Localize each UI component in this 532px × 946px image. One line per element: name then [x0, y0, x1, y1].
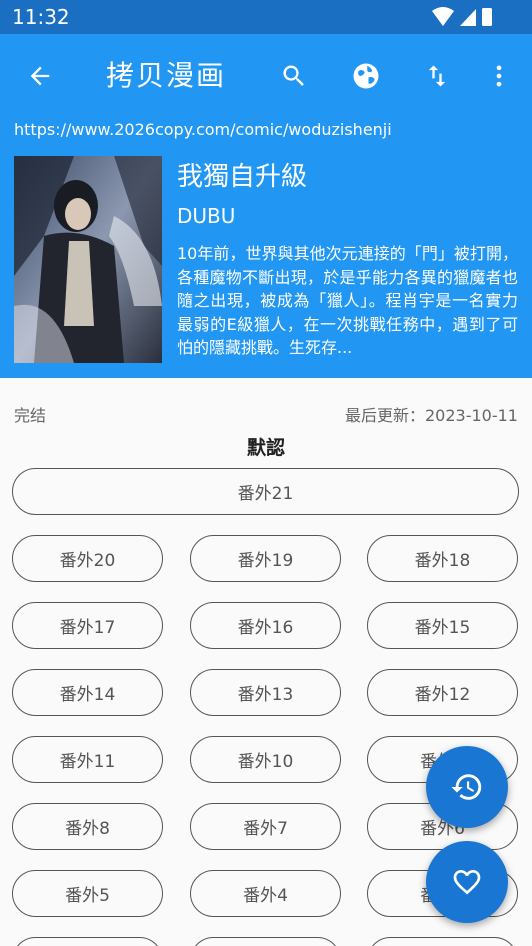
battery-icon — [482, 8, 492, 26]
status-bar: 11:32 — [0, 0, 532, 34]
chapter-chip[interactable]: 番外10 — [190, 736, 341, 783]
comic-url[interactable]: https://www.2026copy.com/comic/woduzishe… — [14, 120, 392, 139]
chapter-chip[interactable]: 番外11 — [12, 736, 163, 783]
comic-title: 我獨自升級 — [177, 162, 308, 192]
app-bar: 拷贝漫画 — [0, 34, 532, 118]
more-button[interactable] — [479, 56, 519, 96]
sort-button[interactable] — [417, 56, 457, 96]
chapter-chip[interactable]: 番外17 — [12, 602, 163, 649]
chapter-chip[interactable]: 番外7 — [190, 803, 341, 850]
signal-icon — [460, 9, 476, 26]
status-icons — [432, 7, 492, 26]
favorite-fab[interactable] — [426, 841, 508, 923]
chapter-chip[interactable]: 番外20 — [12, 535, 163, 582]
wifi-icon — [432, 7, 454, 26]
chapter-chip[interactable]: 番外5 — [12, 870, 163, 917]
comic-header: https://www.2026copy.com/comic/woduzishe… — [0, 118, 532, 378]
comic-status: 完结 — [14, 406, 47, 425]
cover-image — [14, 156, 162, 363]
chapter-chip[interactable]: 番外18 — [367, 535, 518, 582]
comic-cover[interactable] — [14, 156, 162, 363]
globe-icon — [353, 63, 379, 89]
history-fab[interactable] — [426, 746, 508, 828]
search-button[interactable] — [274, 56, 314, 96]
history-icon — [451, 774, 482, 800]
arrow-left-icon — [30, 66, 50, 86]
heart-icon — [453, 870, 481, 895]
app-title: 拷贝漫画 — [106, 59, 227, 92]
chapter-chip[interactable]: 番外21 — [12, 468, 519, 515]
more-vert-icon — [496, 65, 502, 87]
chapter-chip[interactable]: 番外13 — [190, 669, 341, 716]
group-title: 默認 — [246, 437, 285, 459]
chapter-chip[interactable] — [12, 937, 163, 946]
status-time: 11:32 — [12, 5, 70, 29]
sort-icon — [428, 65, 446, 87]
browser-button[interactable] — [346, 56, 386, 96]
chapter-chip[interactable] — [190, 937, 341, 946]
comic-author[interactable]: DUBU — [177, 204, 235, 228]
chapter-chip[interactable] — [367, 937, 518, 946]
chapter-chip[interactable]: 番外4 — [190, 870, 341, 917]
chapter-chip[interactable]: 番外15 — [367, 602, 518, 649]
chapter-chip[interactable]: 番外12 — [367, 669, 518, 716]
search-icon — [283, 65, 304, 86]
chapter-chip[interactable]: 番外8 — [12, 803, 163, 850]
chapter-chip[interactable]: 番外16 — [190, 602, 341, 649]
last-update: 最后更新：2023-10-11 — [345, 406, 518, 425]
back-button[interactable] — [20, 56, 60, 96]
chapter-chip[interactable]: 番外14 — [12, 669, 163, 716]
comic-description[interactable]: 10年前，世界與其他次元連接的「門」被打開，各種魔物不斷出現，於是乎能力各異的獵… — [177, 242, 518, 360]
chapter-chip[interactable]: 番外19 — [190, 535, 341, 582]
